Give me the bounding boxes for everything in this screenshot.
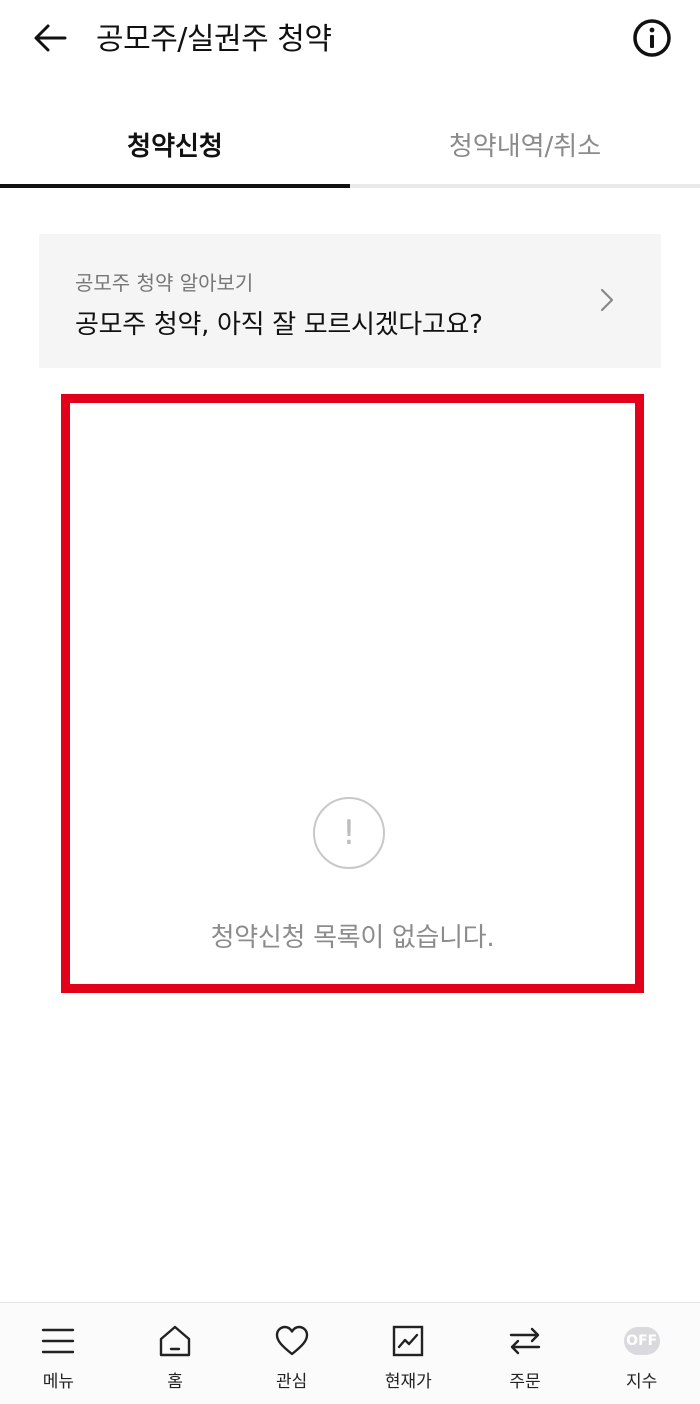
screen: 공모주/실권주 청약 청약신청 청약내역/취소 공모주 청약 알아보기 공모주 … [0,0,700,1404]
ipo-guide-banner[interactable]: 공모주 청약 알아보기 공모주 청약, 아직 잘 모르시겠다고요? [39,234,661,368]
nav-label: 지수 [626,1372,658,1392]
nav-current-price[interactable]: 현재가 [350,1303,467,1404]
tab-bar: 청약신청 청약내역/취소 [0,104,700,188]
nav-label: 주문 [509,1372,541,1392]
nav-label: 홈 [167,1372,183,1392]
home-icon [157,1323,193,1359]
heart-icon [274,1323,310,1359]
nav-watchlist[interactable]: 관심 [233,1303,350,1404]
nav-menu[interactable]: 메뉴 [0,1303,117,1404]
info-button[interactable] [628,16,676,64]
empty-state-message: 청약신청 목록이 없습니다. [210,923,495,953]
chevron-right-icon [595,288,619,312]
off-badge: OFF [623,1327,660,1355]
empty-state-panel: ! 청약신청 목록이 없습니다. [61,394,644,993]
hamburger-menu-icon [40,1323,76,1359]
nav-home[interactable]: 홈 [117,1303,234,1404]
bottom-navigation: 메뉴 홈 관심 현재가 주문 OFF 지수 [0,1302,700,1404]
exclamation-circle-icon: ! [313,797,385,869]
nav-label: 메뉴 [42,1372,74,1392]
swap-arrows-icon [507,1323,543,1359]
banner-title: 공모주 청약, 아직 잘 모르시겠다고요? [75,310,483,340]
chart-icon [390,1323,426,1359]
info-circle-icon [632,18,672,62]
nav-label: 현재가 [384,1372,432,1392]
page-title: 공모주/실권주 청약 [96,22,332,57]
nav-index-toggle[interactable]: OFF 지수 [583,1303,700,1404]
tab-apply[interactable]: 청약신청 [0,104,350,188]
tab-history-cancel[interactable]: 청약내역/취소 [350,104,700,184]
app-header: 공모주/실권주 청약 [0,0,700,90]
back-button[interactable] [28,18,72,62]
off-toggle-icon: OFF [623,1323,660,1359]
arrow-left-icon [33,23,67,57]
banner-subtitle: 공모주 청약 알아보기 [75,271,254,295]
nav-order[interactable]: 주문 [467,1303,584,1404]
nav-label: 관심 [276,1372,308,1392]
